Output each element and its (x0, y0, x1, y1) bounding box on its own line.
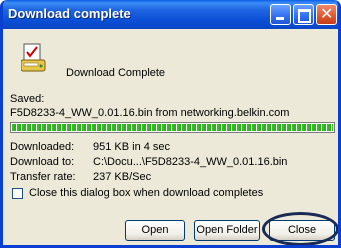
title-bar[interactable]: Download complete ✕ (3, 0, 338, 29)
downloaded-label: Downloaded: (10, 141, 75, 153)
open-button[interactable]: Open (125, 220, 185, 241)
close-icon: ✕ (320, 6, 334, 23)
close-when-complete-checkbox[interactable] (12, 188, 23, 199)
download-complete-dialog: Download complete ✕ Download Complete Sa… (0, 0, 341, 248)
transfer-rate-label: Transfer rate: (10, 171, 76, 183)
minimize-icon (276, 17, 284, 20)
progress-fill (12, 124, 333, 131)
maximize-button[interactable] (293, 4, 314, 25)
close-button[interactable]: Close (269, 220, 335, 241)
window-title: Download complete (8, 6, 131, 21)
minimize-button[interactable] (270, 4, 291, 25)
downloaded-value: 951 KB in 4 sec (93, 141, 171, 153)
download-progress-bar (10, 122, 335, 133)
close-window-button[interactable]: ✕ (316, 4, 337, 25)
close-when-complete-label[interactable]: Close this dialog box when download comp… (29, 187, 263, 199)
download-complete-icon (21, 43, 46, 72)
open-folder-button[interactable]: Open Folder (194, 220, 260, 241)
transfer-rate-value: 237 KB/Sec (93, 171, 152, 183)
maximize-icon (298, 9, 311, 23)
download-to-label: Download to: (10, 156, 75, 168)
download-to-value: C:\Docu...\F5D8233-4_WW_0.01.16.bin (93, 156, 288, 168)
download-complete-label: Download Complete (66, 67, 166, 79)
saved-source-text: F5D8233-4_WW_0.01.16.bin from networking… (10, 107, 290, 119)
saved-label: Saved: (10, 93, 45, 105)
